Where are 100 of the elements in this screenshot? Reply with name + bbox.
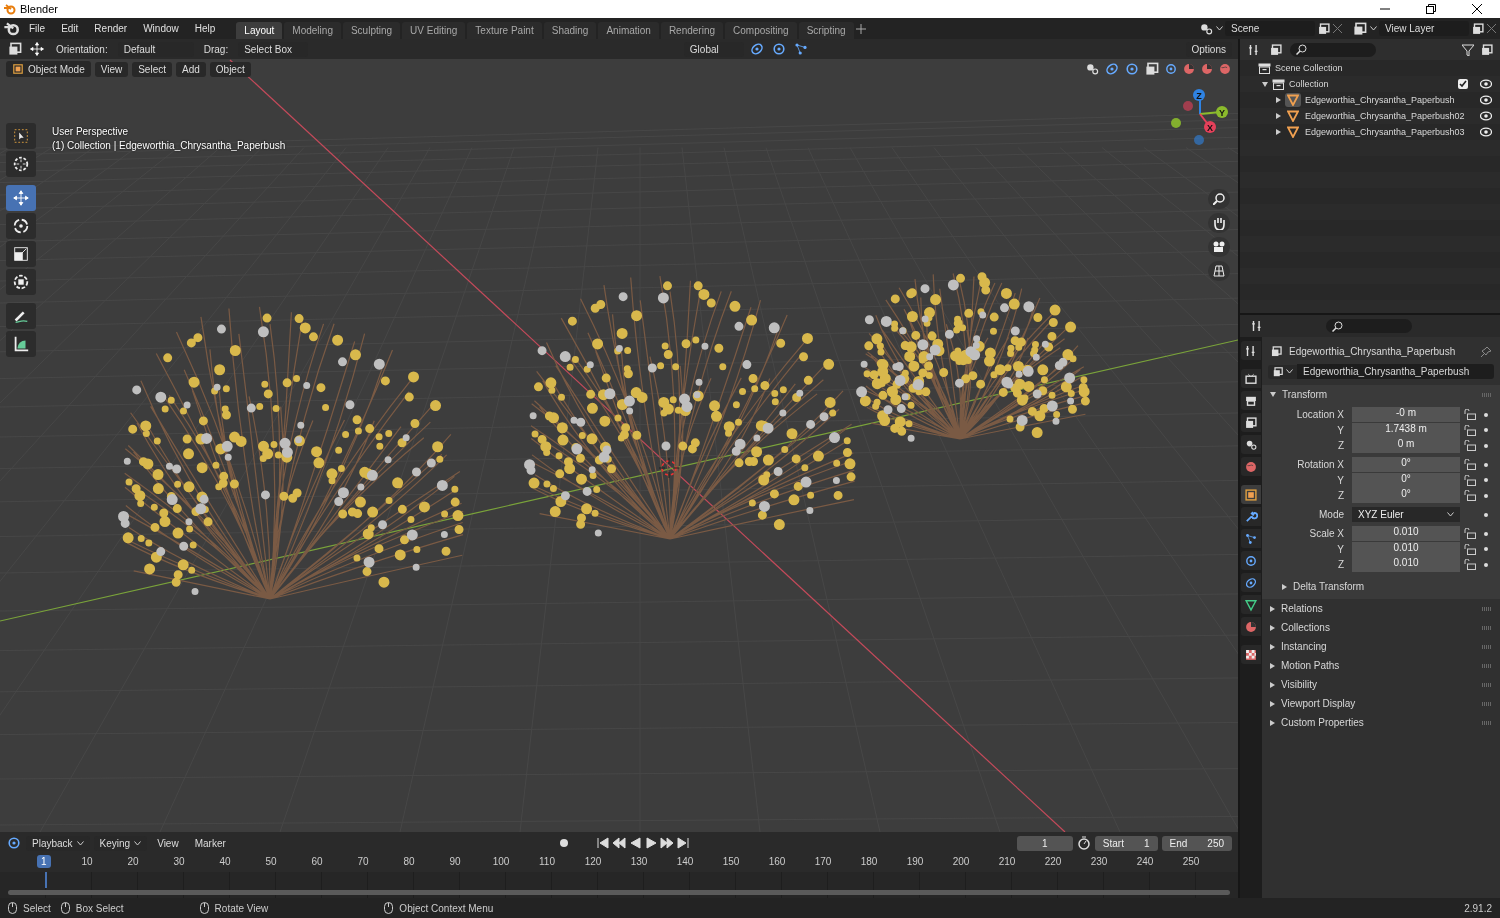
zoom-button[interactable]: [1208, 189, 1230, 209]
overlay-icon[interactable]: [1124, 61, 1140, 77]
expand-arrow-icon[interactable]: [1270, 624, 1275, 631]
start-frame-field[interactable]: Start 1: [1094, 835, 1158, 851]
outliner-item[interactable]: Edgeworthia_Chrysantha_Paperbush03: [1305, 127, 1476, 137]
panel-title[interactable]: Viewport Display: [1281, 698, 1476, 709]
menu-item[interactable]: Render: [87, 21, 135, 36]
number-field[interactable]: 0.010: [1352, 557, 1460, 572]
properties-tab[interactable]: [1241, 341, 1261, 360]
drag-grip-icon[interactable]: [1482, 625, 1492, 630]
expand-arrow-icon[interactable]: [1270, 719, 1275, 726]
tool-button[interactable]: [6, 241, 36, 267]
number-field[interactable]: 0°: [1352, 488, 1460, 503]
close-icon[interactable]: [1472, 4, 1482, 14]
workspace-tab[interactable]: Layout: [236, 21, 283, 39]
mode-dropdown[interactable]: Object Mode: [6, 61, 91, 77]
lock-icon[interactable]: [1464, 440, 1476, 451]
filter-icon[interactable]: [1462, 43, 1474, 56]
outliner-item[interactable]: Edgeworthia_Chrysantha_Paperbush: [1305, 95, 1476, 105]
search-field[interactable]: [1326, 319, 1412, 333]
properties-tab[interactable]: [1241, 485, 1261, 504]
rotation-mode-dropdown[interactable]: XYZ Euler: [1352, 507, 1460, 522]
record-icon[interactable]: [558, 837, 571, 849]
expand-arrow-icon[interactable]: [1282, 583, 1287, 590]
tool-button[interactable]: [6, 331, 36, 357]
workspace-tab[interactable]: Rendering: [660, 21, 724, 39]
workspace-tab[interactable]: Scripting: [798, 21, 854, 39]
current-frame-field[interactable]: 1: [1016, 835, 1073, 851]
panel-title[interactable]: Delta Transform: [1293, 581, 1365, 592]
move-icon[interactable]: [28, 41, 46, 57]
drag-grip-icon[interactable]: [1482, 682, 1492, 687]
navigation-gizmo[interactable]: Z Y X: [1171, 89, 1228, 145]
panel-title[interactable]: Visibility: [1281, 679, 1476, 690]
lock-icon[interactable]: [1464, 543, 1476, 555]
stopwatch-icon[interactable]: [1076, 836, 1091, 850]
playback-button[interactable]: [644, 836, 659, 850]
perspective-toggle-button[interactable]: [1208, 261, 1230, 281]
keyframe-dot-icon[interactable]: [1484, 443, 1488, 448]
panel-title[interactable]: Custom Properties: [1281, 717, 1476, 728]
view-layer-field[interactable]: View Layer: [1379, 21, 1469, 36]
panel-title[interactable]: Relations: [1281, 603, 1476, 614]
playback-button[interactable]: [628, 836, 643, 850]
pan-hand-button[interactable]: [1208, 213, 1230, 233]
number-field[interactable]: 0 m: [1352, 438, 1460, 453]
tool-button[interactable]: [6, 213, 36, 239]
lock-icon[interactable]: [1464, 459, 1476, 470]
editor-type-icon[interactable]: [6, 41, 24, 57]
expand-arrow-icon[interactable]: [1270, 392, 1276, 397]
workspace-tab[interactable]: Compositing: [725, 21, 797, 39]
expand-arrow-icon[interactable]: [1270, 662, 1275, 669]
workspace-tab[interactable]: UV Editing: [402, 21, 466, 39]
drag-grip-icon[interactable]: [1482, 701, 1492, 706]
expand-arrow-icon[interactable]: [1276, 113, 1281, 119]
camera-view-button[interactable]: [1208, 237, 1230, 257]
keyframe-dot-icon[interactable]: [1484, 531, 1488, 536]
keyframe-dot-icon[interactable]: [1484, 562, 1488, 567]
playhead[interactable]: 1: [37, 855, 51, 868]
properties-tab[interactable]: [1241, 573, 1261, 592]
wireframe-shading-icon[interactable]: [1164, 62, 1178, 76]
scrollbar[interactable]: [8, 890, 1230, 895]
number-field[interactable]: 0°: [1352, 457, 1460, 472]
lock-icon[interactable]: [1464, 474, 1476, 486]
outliner-item[interactable]: Edgeworthia_Chrysantha_Paperbush02: [1305, 111, 1476, 121]
number-field[interactable]: 1.7438 m: [1352, 422, 1460, 438]
expand-arrow-icon[interactable]: [1276, 129, 1281, 135]
lock-icon[interactable]: [1464, 528, 1476, 539]
eye-icon[interactable]: [1480, 95, 1492, 105]
view-menu-item[interactable]: Object: [209, 61, 251, 77]
copy-icon[interactable]: [1471, 21, 1485, 36]
properties-tab[interactable]: [1241, 413, 1261, 432]
menu-item[interactable]: Window: [136, 21, 186, 36]
checkbox[interactable]: [1458, 79, 1468, 89]
properties-tab[interactable]: [1241, 595, 1261, 614]
outliner-item[interactable]: Collection: [1289, 79, 1454, 89]
expand-arrow-icon[interactable]: [1270, 700, 1275, 707]
outliner-item[interactable]: Scene Collection: [1275, 63, 1500, 73]
lock-icon[interactable]: [1464, 424, 1476, 436]
expand-arrow-icon[interactable]: [1270, 605, 1275, 612]
tool-button[interactable]: [6, 269, 36, 295]
tool-button[interactable]: [6, 151, 36, 177]
eye-icon[interactable]: [1480, 79, 1492, 89]
drag-grip-icon[interactable]: [1482, 663, 1492, 668]
workspace-tab[interactable]: Shading: [543, 21, 597, 39]
menu-item[interactable]: Edit: [54, 21, 86, 36]
pin-icon[interactable]: [1480, 345, 1492, 358]
tool-button[interactable]: [6, 303, 36, 329]
workspace-tab[interactable]: Texture Paint: [467, 21, 542, 39]
properties-tab[interactable]: [1241, 435, 1261, 454]
properties-tab[interactable]: [1241, 529, 1261, 548]
properties-tab[interactable]: [1241, 507, 1261, 526]
object-name-field[interactable]: Edgeworthia_Chrysantha_Paperbush: [1297, 364, 1494, 379]
keyframe-dot-icon[interactable]: [1484, 412, 1488, 417]
object-selector[interactable]: [1268, 364, 1297, 379]
view-layer-icon[interactable]: [1352, 20, 1368, 37]
panel-title[interactable]: Motion Paths: [1281, 660, 1476, 671]
keyframe-dot-icon[interactable]: [1484, 512, 1488, 517]
lock-icon[interactable]: [1464, 409, 1476, 420]
view-menu-item[interactable]: Select: [132, 61, 172, 77]
properties-tab[interactable]: [1241, 645, 1261, 664]
workspace-tab[interactable]: Animation: [598, 21, 659, 39]
